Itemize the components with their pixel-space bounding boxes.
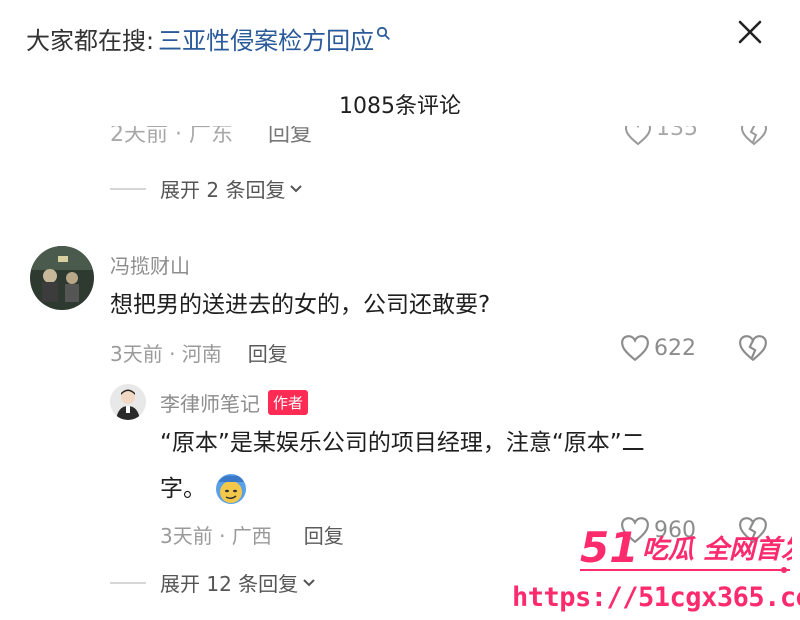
trending-search-prefix: 大家都在搜: bbox=[26, 26, 155, 55]
close-icon[interactable] bbox=[734, 16, 766, 48]
expand-replies-label: 展开 2 条回复 bbox=[160, 178, 286, 202]
smirk-emoji-icon bbox=[214, 472, 248, 506]
comment-meta: 3天前 · 河南 回复 bbox=[110, 338, 288, 367]
reply-avatar[interactable] bbox=[110, 384, 146, 420]
reply-reply-button[interactable]: 回复 bbox=[304, 520, 344, 549]
trending-search-query[interactable]: 三亚性侵案检方回应 bbox=[158, 21, 374, 56]
chevron-down-icon bbox=[289, 184, 303, 194]
reply-text-line-2-row: 字。 bbox=[160, 470, 248, 508]
watermark-logo-number: 51 bbox=[580, 523, 638, 572]
reply-text-line-2: 字。 bbox=[160, 476, 206, 502]
chevron-down-icon bbox=[302, 578, 316, 588]
comment-like-count: 622 bbox=[654, 335, 696, 361]
author-badge: 作者 bbox=[268, 390, 309, 415]
expand-replies-label-2: 展开 12 条回复 bbox=[160, 572, 299, 596]
comment-count-title: 1085条评论 bbox=[339, 94, 461, 119]
broken-heart-icon[interactable] bbox=[740, 126, 768, 146]
comment-like-button[interactable]: 622 bbox=[620, 334, 696, 362]
reply-time-location: 3天前 · 广西 bbox=[160, 524, 272, 548]
reply-text-line-1: “原本”是某娱乐公司的项目经理，注意“原本”二 bbox=[160, 430, 645, 456]
expand-replies-button[interactable]: 展开 2 条回复 bbox=[110, 174, 303, 203]
expand-replies-button-2[interactable]: 展开 12 条回复 bbox=[110, 568, 316, 597]
comment-time-location: 3天前 · 河南 bbox=[110, 342, 222, 366]
reply-username[interactable]: 李律师笔记 bbox=[160, 388, 260, 417]
previous-comment-meta-row: 2天前 · 广东 回复 135 bbox=[0, 126, 800, 152]
search-icon bbox=[376, 26, 390, 40]
previous-comment-time: 2天前 · 广东 bbox=[110, 126, 233, 147]
watermark-logo: 51 吃瓜 全网首发 bbox=[578, 518, 792, 578]
heart-icon[interactable] bbox=[624, 126, 652, 146]
previous-reply-button[interactable]: 回复 bbox=[268, 126, 312, 148]
trending-search-bar[interactable]: 大家都在搜: 三亚性侵案检方回应 bbox=[26, 18, 390, 58]
comment-reply-button[interactable]: 回复 bbox=[248, 338, 288, 367]
comment-username[interactable]: 冯揽财山 bbox=[110, 250, 190, 279]
expand-divider-line bbox=[110, 581, 146, 584]
previous-like-count: 135 bbox=[656, 126, 698, 141]
comment-text: 想把男的送进去的女的，公司还敢要? bbox=[110, 292, 491, 318]
avatar[interactable] bbox=[30, 246, 94, 310]
watermark-logo-text: 吃瓜 全网首发 bbox=[642, 535, 792, 565]
reply-meta: 3天前 · 广西 回复 bbox=[160, 520, 344, 549]
expand-divider-line bbox=[110, 187, 146, 190]
heart-icon bbox=[620, 334, 650, 362]
watermark-url: https://51cgx365.com bbox=[512, 582, 800, 613]
reply-header: 李律师笔记 作者 bbox=[160, 388, 309, 417]
broken-heart-icon[interactable] bbox=[738, 334, 768, 362]
